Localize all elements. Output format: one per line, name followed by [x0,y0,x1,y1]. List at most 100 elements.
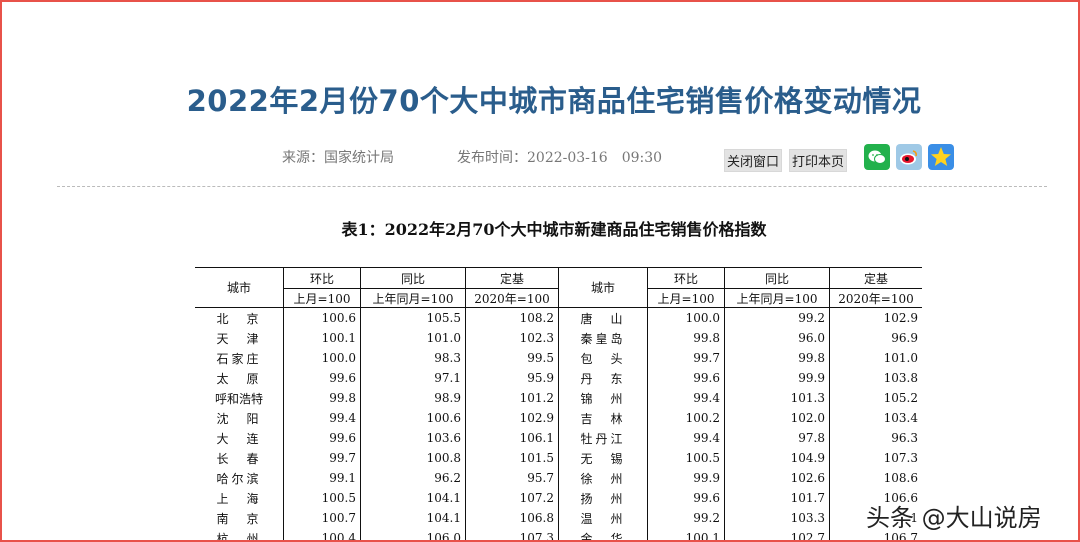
table-row: 长 春 99.7 100.8 101.5 无 锡 100.5 104.9 107… [195,448,922,468]
city-right: 丹 东 [558,368,648,388]
table-row: 天 津 100.1 101.0 102.3 秦皇岛 99.8 96.0 96.9 [195,328,922,348]
subheader-mom-left: 上月=100 [283,288,361,308]
mom-left: 99.7 [283,448,361,468]
table-row: 大 连 99.6 103.6 106.1 牡丹江 99.4 97.8 96.3 [195,428,922,448]
subheader-yoy-right: 上年同月=100 [724,288,830,308]
mom-left: 100.7 [283,508,361,528]
header-mom-right: 环比 [647,267,725,289]
subheader-mom-right: 上月=100 [647,288,725,308]
yoy-right: 102.6 [724,468,830,488]
base-left: 102.9 [465,408,559,428]
city-right: 扬 州 [558,488,648,508]
yoy-left: 100.6 [360,408,466,428]
mom-right: 99.4 [647,428,725,448]
table-row: 北 京 100.6 105.5 108.2 唐 山 100.0 99.2 102… [195,307,922,328]
base-right: 105.2 [829,388,922,408]
yoy-right: 99.9 [724,368,830,388]
base-right: 107.3 [829,448,922,468]
yoy-right: 99.2 [724,307,830,328]
table-row: 哈尔滨 99.1 96.2 95.7 徐 州 99.9 102.6 108.6 [195,468,922,488]
mom-right: 100.0 [647,307,725,328]
city-left: 呼和浩特 [214,391,263,406]
yoy-right: 101.3 [724,388,830,408]
city-left: 天 津 [216,331,262,346]
qzone-icon[interactable] [928,144,954,170]
city-left: 杭 州 [216,531,262,542]
subheader-base-right: 2020年=100 [829,288,922,308]
mom-right: 100.2 [647,408,725,428]
base-left: 99.5 [465,348,559,368]
city-right: 锦 州 [558,388,648,408]
base-left: 107.3 [465,528,559,540]
city-right: 唐 山 [558,307,648,328]
yoy-right: 104.9 [724,448,830,468]
table-row: 石家庄 100.0 98.3 99.5 包 头 99.7 99.8 101.0 [195,348,922,368]
yoy-right: 97.8 [724,428,830,448]
mom-right: 99.6 [647,368,725,388]
mom-left: 100.4 [283,528,361,540]
city-right: 温 州 [558,508,648,528]
yoy-right: 102.0 [724,408,830,428]
header-city-right: 城市 [558,267,648,308]
yoy-right: 99.8 [724,348,830,368]
yoy-left: 98.3 [360,348,466,368]
header-base-right: 定基 [829,267,922,289]
header-base-left: 定基 [465,267,559,289]
subheader-yoy-left: 上年同月=100 [360,288,466,308]
city-left: 上 海 [216,491,262,506]
yoy-left: 104.1 [360,488,466,508]
yoy-left: 105.5 [360,307,466,328]
mom-right: 99.2 [647,508,725,528]
mom-left: 99.4 [283,408,361,428]
yoy-left: 100.8 [360,448,466,468]
base-left: 107.2 [465,488,559,508]
mom-left: 100.5 [283,488,361,508]
city-right: 牡丹江 [558,428,648,448]
base-left: 102.3 [465,328,559,348]
base-left: 95.9 [465,368,559,388]
table-row: 杭 州 100.4 106.0 107.3 金 华 100.1 102.7 10… [195,528,922,542]
yoy-right: 101.7 [724,488,830,508]
base-right: 102.9 [829,307,922,328]
header-yoy-left: 同比 [360,267,466,289]
watermark: 头条 @大山说房 [866,504,1042,532]
mom-right: 99.7 [647,348,725,368]
mom-left: 99.6 [283,368,361,388]
base-left: 101.2 [465,388,559,408]
yoy-left: 106.0 [360,528,466,540]
city-right: 无 锡 [558,448,648,468]
publish-time: 发布时间：2022-03-16 09:30 [457,150,663,166]
mom-left: 99.6 [283,428,361,448]
close-window-button[interactable]: 关闭窗口 [724,149,783,172]
dashed-divider [57,186,1047,187]
city-left: 南 京 [216,511,262,526]
mom-right: 99.9 [647,468,725,488]
city-right: 包 头 [558,348,648,368]
mom-right: 100.1 [647,528,725,540]
base-right: 103.8 [829,368,922,388]
base-right: 103.4 [829,408,922,428]
base-right: 101.0 [829,348,922,368]
page-title: 2022年2月份70个大中城市商品住宅销售价格变动情况 [186,84,922,118]
weibo-icon[interactable] [896,144,922,170]
city-right: 徐 州 [558,468,648,488]
city-left: 太 原 [216,371,262,386]
table-caption: 表1：2022年2月70个大中城市新建商品住宅销售价格指数 [341,220,767,239]
yoy-right: 102.7 [724,528,830,540]
price-index-table: 城市 环比 同比 定基 城市 环比 同比 定基 上月=100 上年同月=100 … [195,267,922,542]
yoy-left: 98.9 [360,388,466,408]
print-page-button[interactable]: 打印本页 [789,149,848,172]
city-left: 北 京 [216,311,262,326]
table-row: 南 京 100.7 104.1 106.8 温 州 99.2 103.3 1 [195,508,922,528]
mom-right: 99.8 [647,328,725,348]
base-right: 96.3 [829,428,922,448]
mom-left: 100.0 [283,348,361,368]
city-left: 大 连 [216,431,262,446]
mom-left: 99.1 [283,468,361,488]
table-row: 呼和浩特 99.8 98.9 101.2 锦 州 99.4 101.3 105.… [195,388,922,408]
base-left: 106.1 [465,428,559,448]
wechat-icon[interactable] [864,144,890,170]
base-left: 95.7 [465,468,559,488]
city-right: 金 华 [558,528,648,540]
city-left: 石家庄 [216,351,262,366]
